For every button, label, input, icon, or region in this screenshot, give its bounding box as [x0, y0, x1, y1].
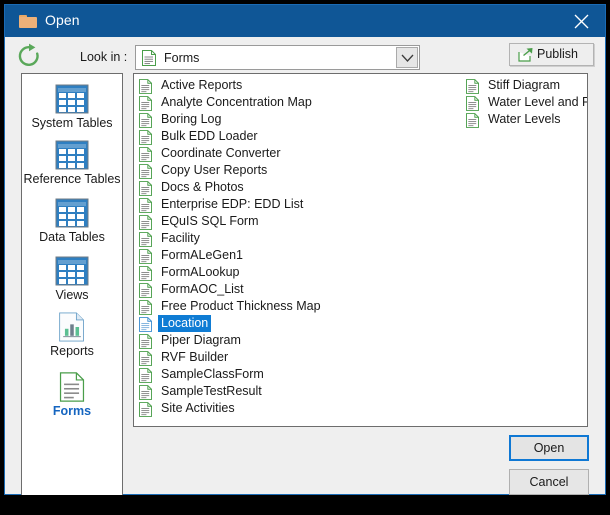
- close-button[interactable]: [559, 5, 605, 37]
- sidebar-item-label: Views: [55, 288, 89, 302]
- look-in-value: Forms: [164, 51, 200, 65]
- publish-label: Publish: [537, 47, 578, 61]
- file-list-item[interactable]: Boring Log: [137, 111, 337, 128]
- file-list-item[interactable]: Coordinate Converter: [137, 145, 337, 162]
- file-list-item[interactable]: SampleClassForm: [137, 366, 337, 383]
- form-document-icon: [22, 372, 122, 402]
- file-list-item-label: Bulk EDD Loader: [161, 129, 258, 143]
- file-list-column-left: Active Reports Analyte Concentration Map B…: [137, 77, 337, 417]
- file-list-item-label: Copy User Reports: [161, 163, 268, 177]
- document-icon: [142, 50, 156, 71]
- table-grid-icon: [22, 198, 122, 228]
- sidebar-item-label: Data Tables: [39, 230, 105, 244]
- file-list-item[interactable]: FormAOC_List: [137, 281, 337, 298]
- title-bar: Open: [5, 5, 605, 37]
- file-list-item[interactable]: FormALookup: [137, 264, 337, 281]
- file-list-item-label: Facility: [161, 231, 200, 245]
- file-list-item-label: Site Activities: [161, 401, 235, 415]
- publish-button[interactable]: Publish: [509, 43, 594, 66]
- file-list-item-label: Piper Diagram: [161, 333, 241, 347]
- file-list-item[interactable]: Water Level and Particle Tracking Map: [464, 94, 587, 111]
- file-list-item[interactable]: Copy User Reports: [137, 162, 337, 179]
- category-sidebar: System Tables Reference Tables Data Tables…: [21, 73, 123, 495]
- report-chart-icon: [22, 312, 122, 342]
- publish-arrow-icon: [518, 48, 533, 67]
- file-list-item[interactable]: EQuIS SQL Form: [137, 213, 337, 230]
- file-list-item-label: SampleClassForm: [161, 367, 264, 381]
- folder-icon: [19, 15, 37, 28]
- file-list-item-label: Water Level and Particle Tracking Map: [488, 95, 587, 109]
- document-icon: [466, 113, 479, 133]
- look-in-dropdown-button[interactable]: [396, 47, 418, 68]
- file-list-item-label: Location: [158, 315, 212, 332]
- file-list-item-label: Free Product Thickness Map: [161, 299, 321, 313]
- table-grid-icon: [22, 140, 122, 170]
- file-list-item-label: FormALookup: [161, 265, 240, 279]
- document-icon: [139, 402, 152, 422]
- file-list-item-label: EQuIS SQL Form: [161, 214, 259, 228]
- file-list-item[interactable]: Site Activities: [137, 400, 337, 417]
- file-list-item-label: Enterprise EDP: EDD List: [161, 197, 304, 211]
- file-list-item[interactable]: FormALeGen1: [137, 247, 337, 264]
- file-list-item[interactable]: SampleTestResult: [137, 383, 337, 400]
- sidebar-item-label: Reference Tables: [23, 172, 121, 186]
- cancel-button[interactable]: Cancel: [509, 469, 589, 495]
- refresh-icon: [18, 43, 39, 66]
- close-icon: [574, 14, 589, 29]
- file-list-item[interactable]: Analyte Concentration Map: [137, 94, 337, 111]
- sidebar-item-forms[interactable]: Forms: [22, 372, 122, 418]
- sidebar-item-label: Forms: [52, 404, 92, 418]
- look-in-label: Look in :: [80, 50, 128, 64]
- open-dialog-window: Open Look in : Forms Publish System Tabl…: [4, 4, 606, 495]
- file-list-item[interactable]: Active Reports: [137, 77, 337, 94]
- sidebar-item-label: Reports: [50, 344, 94, 358]
- file-list-item-label: Docs & Photos: [161, 180, 244, 194]
- file-list-item-label: Analyte Concentration Map: [161, 95, 312, 109]
- file-list-item[interactable]: Location: [137, 315, 337, 332]
- file-list-item-label: RVF Builder: [161, 350, 229, 364]
- file-list-item[interactable]: Free Product Thickness Map: [137, 298, 337, 315]
- file-list-item[interactable]: RVF Builder: [137, 349, 337, 366]
- file-list-item[interactable]: Piper Diagram: [137, 332, 337, 349]
- table-grid-icon: [22, 84, 122, 114]
- file-list-item[interactable]: Enterprise EDP: EDD List: [137, 196, 337, 213]
- file-list-column-right: Stiff Diagram Water Level and Particle Tr…: [464, 77, 587, 128]
- sidebar-item-data-tables[interactable]: Data Tables: [22, 198, 122, 244]
- open-button[interactable]: Open: [509, 435, 589, 461]
- sidebar-item-views[interactable]: Views: [22, 256, 122, 302]
- file-list-item-label: FormALeGen1: [161, 248, 243, 262]
- file-list-item[interactable]: Stiff Diagram: [464, 77, 587, 94]
- sidebar-item-reference-tables[interactable]: Reference Tables: [22, 140, 122, 186]
- file-list-item-label: SampleTestResult: [161, 384, 262, 398]
- file-list-item-label: FormAOC_List: [161, 282, 244, 296]
- sidebar-item-label: System Tables: [31, 116, 113, 130]
- file-list-item-label: Coordinate Converter: [161, 146, 281, 160]
- chevron-down-icon: [401, 54, 414, 62]
- file-list-item[interactable]: Bulk EDD Loader: [137, 128, 337, 145]
- sidebar-item-system-tables[interactable]: System Tables: [22, 84, 122, 130]
- file-list-item[interactable]: Facility: [137, 230, 337, 247]
- look-in-combobox[interactable]: Forms: [135, 45, 420, 70]
- window-title: Open: [45, 12, 80, 28]
- refresh-button[interactable]: [16, 43, 42, 69]
- file-list-item-label: Water Levels: [488, 112, 561, 126]
- file-list-item[interactable]: Docs & Photos: [137, 179, 337, 196]
- file-list-item[interactable]: Water Levels: [464, 111, 587, 128]
- file-list-panel[interactable]: Active Reports Analyte Concentration Map B…: [133, 73, 588, 427]
- table-grid-icon: [22, 256, 122, 286]
- file-list-item-label: Active Reports: [161, 78, 243, 92]
- file-list-item-label: Stiff Diagram: [488, 78, 561, 92]
- sidebar-item-reports[interactable]: Reports: [22, 312, 122, 358]
- file-list-item-label: Boring Log: [161, 112, 222, 126]
